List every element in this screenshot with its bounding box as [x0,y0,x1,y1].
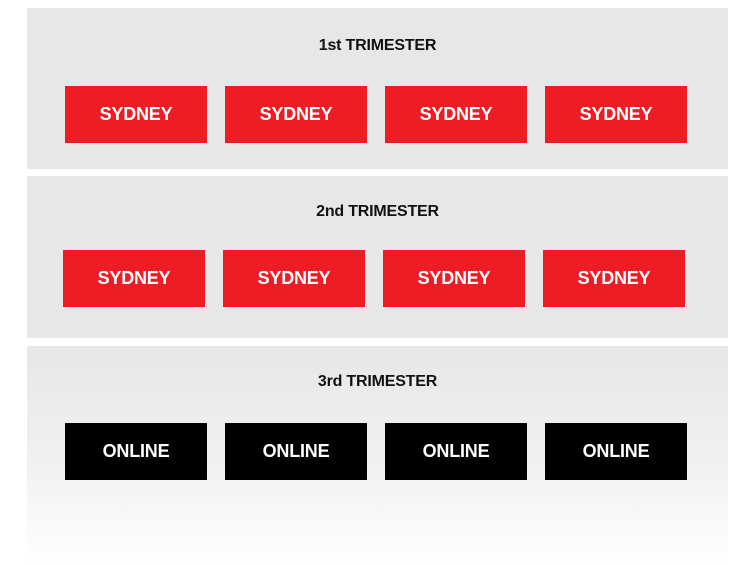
trimester-3-chip-3[interactable]: ONLINE [385,423,527,480]
trimester-1-title: 1st TRIMESTER [318,37,437,54]
trimester-3-chip-2[interactable]: ONLINE [225,423,367,480]
trimester-2-chip-1[interactable]: SYDNEY [63,250,205,307]
trimester-3-chip-4[interactable]: ONLINE [545,423,687,480]
trimester-3-title: 3rd TRIMESTER [317,373,438,390]
trimester-2-chip-4[interactable]: SYDNEY [543,250,685,307]
trimester-1-chip-3[interactable]: SYDNEY [385,86,527,143]
trimester-3-panel: 3rd TRIMESTER ONLINE ONLINE ONLINE ONLIN… [27,346,728,565]
trimester-1-chip-4[interactable]: SYDNEY [545,86,687,143]
trimester-2-panel: 2nd TRIMESTER SYDNEY SYDNEY SYDNEY SYDNE… [27,176,728,338]
trimester-2-title: 2nd TRIMESTER [316,203,439,220]
trimester-1-chip-2[interactable]: SYDNEY [225,86,367,143]
trimester-2-chip-2[interactable]: SYDNEY [223,250,365,307]
trimester-1-panel: 1st TRIMESTER SYDNEY SYDNEY SYDNEY SYDNE… [27,8,728,169]
trimester-3-chip-1[interactable]: ONLINE [65,423,207,480]
trimester-1-chip-1[interactable]: SYDNEY [65,86,207,143]
trimester-2-chip-3[interactable]: SYDNEY [383,250,525,307]
